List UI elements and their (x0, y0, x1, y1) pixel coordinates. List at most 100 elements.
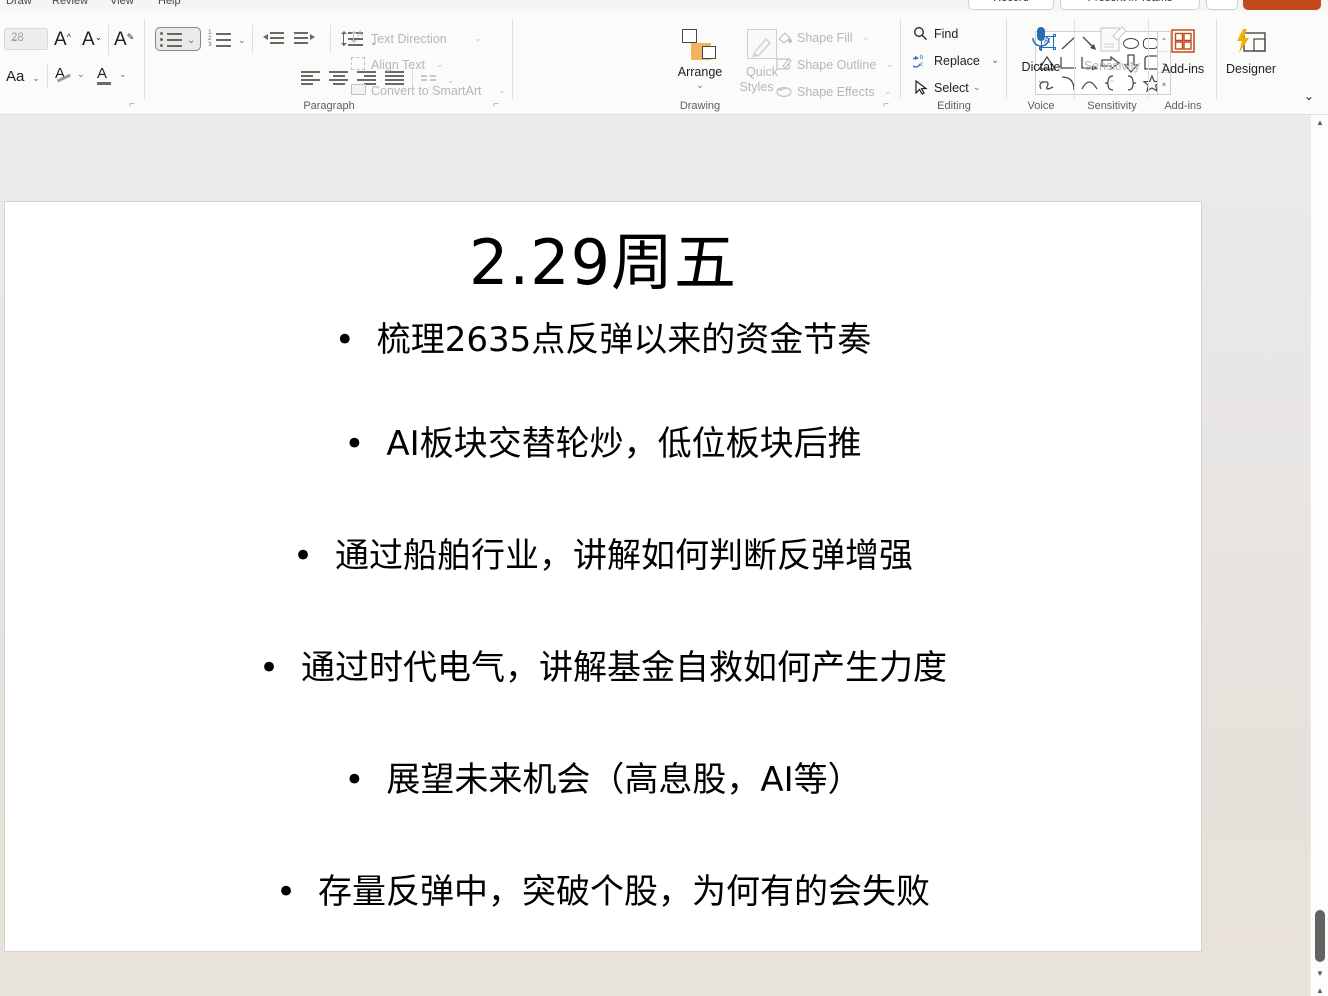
slide-bullet-3[interactable]: • 通过船舶行业，讲解如何判断反弹增强 (5, 528, 1201, 577)
align-text-icon (351, 57, 365, 70)
scrollbar-thumb[interactable] (1315, 910, 1325, 962)
grow-font-button[interactable]: A^ (54, 29, 71, 51)
designer-button[interactable]: Designer (1218, 27, 1284, 76)
slide-bullet-2[interactable]: • AI板块交替轮炒，低位板块后推 (5, 416, 1201, 465)
divider (47, 63, 48, 89)
slide-bullet-6[interactable]: • 存量反弹中，突破个股，为何有的会失败 (5, 864, 1201, 913)
sensitivity-group-label: Sensitivity (1087, 100, 1137, 112)
powerpoint-window: Draw Review View Help Record Present in … (0, 0, 1328, 996)
slide-workspace: 2.29周五 • 梳理2635点反弹以来的资金节奏 • AI板块交替轮炒，低位板块后… (0, 115, 1310, 996)
share-button[interactable]: Share (1243, 0, 1321, 10)
chevron-down-icon: ⌄ (1108, 74, 1116, 84)
bullet-text: 通过船舶行业，讲解如何判断反弹增强 (335, 536, 914, 576)
divider (512, 19, 513, 99)
divider (330, 25, 331, 53)
ribbon: 28 ⌄ A^ A⌄ A✎ Aa ⌄ A ⌄ A ⌄ ⌐ ⌄ 1 2 3 ⌄ ⌄… (0, 11, 1328, 115)
paragraph-dialog-launcher[interactable]: ⌐ (490, 99, 502, 111)
text-highlight-color-button[interactable]: A ⌄ (53, 65, 85, 83)
slide-bullet-1[interactable]: • 梳理2635点反弹以来的资金节奏 (5, 312, 1201, 361)
microphone-icon (1032, 27, 1050, 51)
svg-text:c: c (920, 62, 923, 68)
scroll-down-button[interactable]: ▼ (1311, 966, 1328, 982)
designer-label: Designer (1225, 62, 1277, 76)
drawing-dialog-launcher[interactable]: ⌐ (880, 99, 892, 111)
numbering-icon: 1 2 3 (208, 29, 234, 49)
divider (1074, 19, 1075, 99)
ribbon-tab-help[interactable]: Help (158, 0, 181, 11)
convert-smartart-label: Convert to SmartArt (371, 84, 482, 98)
pencil-outline-icon (776, 58, 792, 70)
font-size-input[interactable]: 28 ⌄ (4, 28, 48, 50)
ribbon-group-voice: Dictate ⌄ Voice (1008, 11, 1074, 115)
arrange-button[interactable]: Arrange ⌄ (669, 27, 731, 90)
text-direction-label: Text Direction (371, 32, 447, 46)
chevron-down-icon: ⌄ (886, 59, 894, 69)
bullet-text: 通过时代电气，讲解基金自救如何产生力度 (301, 648, 948, 688)
editing-group-label: Editing (937, 100, 971, 112)
divider (252, 25, 253, 53)
chevron-down-icon: ⌄ (862, 32, 870, 42)
font-color-button[interactable]: A ⌄ (97, 65, 127, 85)
present-in-teams-button[interactable]: Present in Teams (1060, 0, 1200, 10)
slide-title[interactable]: 2.29周五 (5, 212, 1201, 302)
shape-effects-label: Shape Effects (797, 85, 875, 99)
bullets-icon (159, 31, 185, 49)
select-label: Select (934, 81, 969, 95)
record-button[interactable]: Record (968, 0, 1054, 10)
chevron-down-icon: ⌄ (884, 86, 892, 96)
arrow-left-icon (263, 33, 268, 40)
bullet-text: 存量反弹中，突破个股，为何有的会失败 (318, 872, 931, 912)
decrease-indent-icon (263, 31, 285, 47)
ribbon-tab-view[interactable]: View (110, 0, 134, 11)
change-case-button[interactable]: Aa ⌄ (6, 68, 40, 85)
arrange-label: Arrange (677, 65, 723, 79)
bullet-marker: • (344, 760, 365, 800)
font-dialog-launcher[interactable]: ⌐ (126, 99, 138, 111)
chevron-down-icon: ⌄ (991, 55, 1000, 66)
ribbon-group-designer: Designer (1218, 11, 1284, 115)
shape-fill-label: Shape Fill (797, 31, 853, 45)
add-ins-icon (1171, 29, 1195, 53)
comments-button[interactable] (1206, 0, 1238, 10)
previous-slide-button[interactable]: ▲ (1311, 983, 1328, 996)
vertical-scrollbar[interactable]: ▲ ▼ ▲ (1310, 115, 1328, 996)
addins-group-label: Add-ins (1164, 100, 1202, 112)
cursor-arrow-icon (915, 80, 928, 95)
ribbon-tab-draw[interactable]: Draw (6, 0, 32, 11)
drawing-group-label: Drawing (679, 100, 721, 112)
smartart-icon (351, 84, 366, 95)
paragraph-group-label: Paragraph (303, 100, 355, 112)
chevron-down-icon: ⌄ (187, 35, 196, 46)
caret-down-icon: ⌄ (94, 31, 103, 42)
chevron-down-icon: ⌄ (32, 73, 40, 83)
clear-formatting-button[interactable]: A✎ (114, 29, 134, 51)
bullet-marker: • (258, 648, 280, 688)
font-color-swatch (97, 82, 111, 85)
shape-outline-label: Shape Outline (797, 58, 877, 72)
chevron-down-icon: ⌄ (11, 33, 19, 43)
shrink-font-button[interactable]: A⌄ (82, 29, 102, 51)
slide-bullet-5[interactable]: • 展望未来机会（高息股，AI等） (5, 752, 1201, 801)
arrow-right-icon (310, 33, 315, 40)
scroll-up-button[interactable]: ▲ (1311, 115, 1328, 131)
quick-styles-label-2: Styles (739, 80, 774, 94)
dictate-button[interactable]: Dictate ⌄ (1008, 25, 1074, 85)
shape-effects-icon (776, 86, 792, 98)
caret-up-icon: ^ (66, 31, 71, 42)
sensitivity-label: Sensitivity (1083, 59, 1141, 73)
ribbon-tab-review[interactable]: Review (52, 0, 88, 11)
ribbon-group-addins: Add-ins Add-ins (1150, 11, 1216, 115)
chevron-down-icon: ⌄ (119, 69, 127, 79)
collapse-ribbon-button[interactable]: ⌄ (1296, 86, 1322, 106)
sensitivity-button[interactable]: Sensitivity ⌄ (1076, 24, 1148, 84)
search-icon (914, 27, 927, 40)
align-center-icon (329, 71, 351, 87)
add-ins-button[interactable]: Add-ins (1150, 27, 1216, 76)
bullet-marker: • (334, 320, 355, 360)
arrange-icon (669, 27, 731, 65)
slide-canvas[interactable]: 2.29周五 • 梳理2635点反弹以来的资金节奏 • AI板块交替轮炒，低位板块后… (5, 202, 1201, 951)
ribbon-group-sensitivity: Sensitivity ⌄ Sensitivity (1076, 11, 1148, 115)
bullet-marker: • (292, 536, 314, 576)
slide-bullet-4[interactable]: • 通过时代电气，讲解基金自救如何产生力度 (5, 640, 1201, 689)
bullets-button[interactable]: ⌄ (155, 27, 201, 51)
